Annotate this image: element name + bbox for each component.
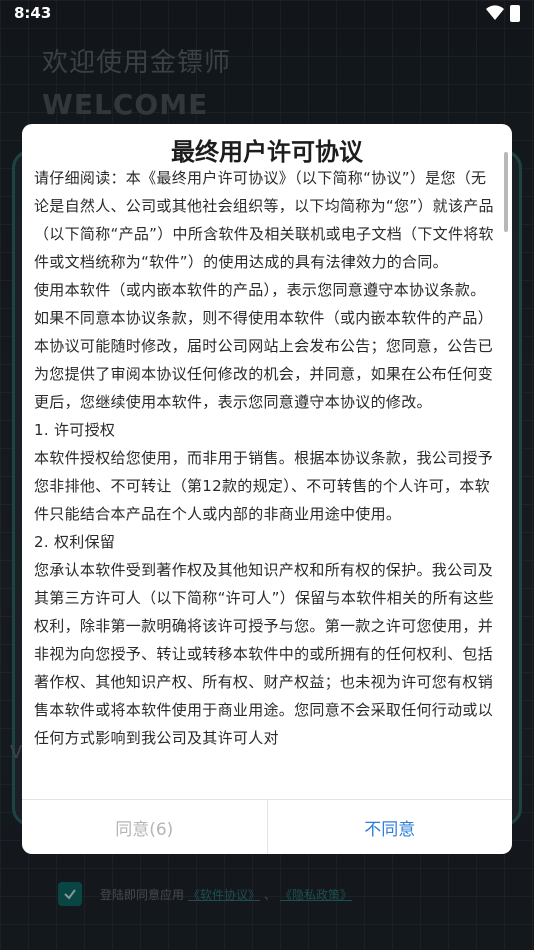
license-text[interactable]: 请仔细阅读：本《最终用户许可协议》（以下简称“协议”）是您（无论是自然人、公司或… bbox=[34, 164, 498, 800]
disagree-button[interactable]: 不同意 bbox=[268, 800, 513, 854]
license-paragraph: 本软件授权给您使用，而非用于销售。根据本协议条款，我公司授予您非排他、不可转让（… bbox=[34, 449, 494, 523]
dialog-title: 最终用户许可协议 bbox=[171, 138, 363, 166]
license-paragraph: 使用本软件（或内嵌本软件的产品），表示您同意遵守本协议条款。如果不同意本协议条款… bbox=[34, 281, 494, 411]
battery-icon bbox=[510, 5, 520, 22]
status-time: 8:43 bbox=[14, 4, 52, 22]
status-bar: 8:43 bbox=[0, 0, 534, 28]
license-paragraph: 您承认本软件受到著作权及其他知识产权和所有权的保护。我公司及其第三方许可人（以下… bbox=[34, 561, 494, 747]
dialog-footer: 同意(6) 不同意 bbox=[22, 799, 512, 854]
license-heading: 2. 权利保留 bbox=[34, 533, 116, 551]
license-dialog: 最终用户许可协议 请仔细阅读：本《最终用户许可协议》（以下简称“协议”）是您（无… bbox=[22, 124, 512, 854]
wifi-icon bbox=[486, 5, 504, 21]
agree-button[interactable]: 同意(6) bbox=[22, 800, 268, 854]
scrollbar[interactable] bbox=[504, 152, 508, 232]
license-paragraph: 请仔细阅读：本《最终用户许可协议》（以下简称“协议”）是您（无论是自然人、公司或… bbox=[34, 169, 494, 271]
license-heading: 1. 许可授权 bbox=[34, 421, 116, 439]
